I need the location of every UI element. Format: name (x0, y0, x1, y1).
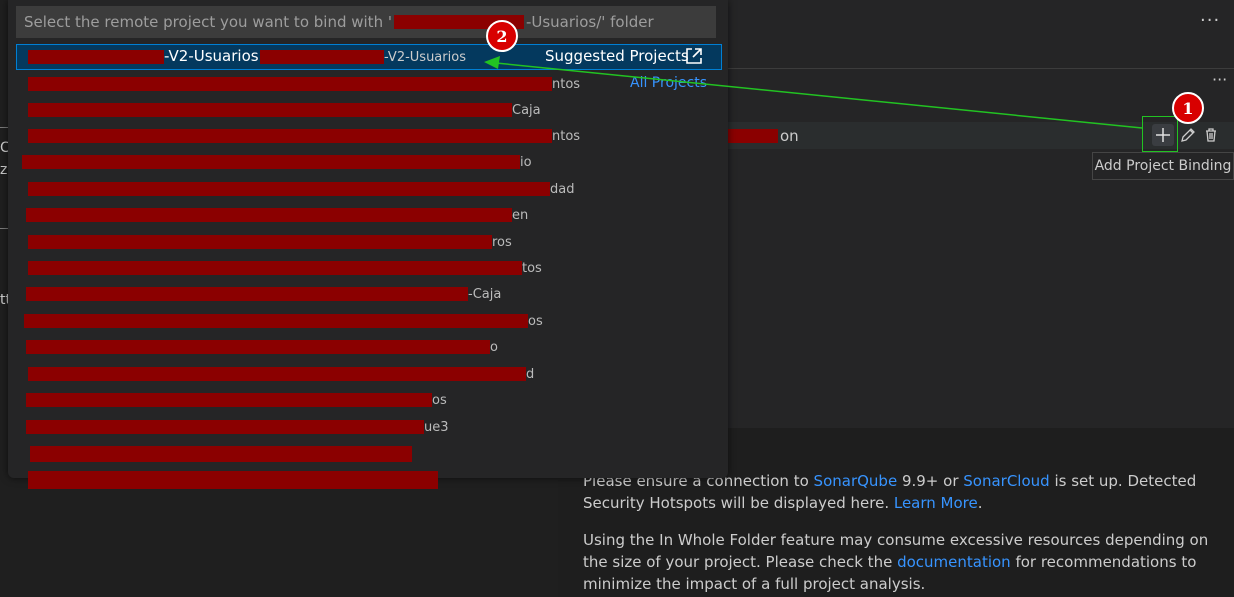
redacted-text (22, 155, 520, 169)
redacted-text (26, 340, 490, 354)
binding-label: on (780, 127, 799, 145)
list-item-label[interactable]: io (520, 155, 532, 170)
list-item-label[interactable]: Caja (512, 103, 541, 118)
list-item-label[interactable]: tos (522, 261, 542, 276)
ellipsis-icon[interactable]: ··· (1212, 70, 1227, 89)
list-item-label[interactable]: ntos (552, 129, 580, 144)
text: . (977, 494, 983, 512)
pencil-icon[interactable] (1177, 124, 1199, 146)
whole-folder-message: Using the In Whole Folder feature may co… (583, 529, 1213, 595)
list-item-label[interactable]: ntos (552, 77, 580, 92)
list-item-label[interactable]: en (512, 208, 528, 223)
placeholder-suffix: -Usuarios/' folder (525, 13, 654, 31)
list-item-label[interactable]: d (526, 367, 534, 382)
redacted-text (28, 77, 552, 91)
list-item-label[interactable]: ue3 (424, 420, 449, 435)
list-item-label[interactable]: ros (492, 235, 512, 250)
sonarqube-link[interactable]: SonarQube (814, 472, 898, 490)
all-projects-label: All Projects (630, 75, 707, 91)
quick-pick-input[interactable]: Select the remote project you want to bi… (16, 6, 716, 38)
group-label: Suggested Projects (545, 47, 689, 65)
redacted-text (28, 50, 164, 64)
redacted-text (28, 471, 438, 489)
item-description: -V2-Usuarios (384, 50, 466, 65)
redacted-text (26, 287, 468, 301)
ellipsis-icon[interactable]: ··· (1200, 10, 1220, 31)
link-external-icon[interactable] (685, 47, 703, 65)
redacted-text (26, 393, 432, 407)
redacted-text (28, 235, 492, 249)
item-label: -V2-Usuarios (164, 47, 259, 65)
plus-icon[interactable] (1152, 124, 1174, 146)
step-badge-2: 2 (486, 20, 518, 52)
redacted-text (28, 182, 550, 196)
step-badge-1: 1 (1172, 92, 1204, 124)
sonarcloud-link[interactable]: SonarCloud (963, 472, 1049, 490)
list-item-label[interactable]: o (490, 340, 498, 355)
redacted-text (260, 50, 384, 64)
list-item-label[interactable]: dad (550, 182, 574, 197)
redacted-text (28, 261, 522, 275)
redacted-text (726, 129, 778, 143)
tooltip: Add Project Binding (1092, 152, 1234, 180)
list-item-label[interactable]: os (432, 393, 447, 408)
documentation-link[interactable]: documentation (897, 553, 1011, 571)
redacted-text (26, 208, 512, 222)
redacted-text (28, 103, 512, 117)
text: 9.9+ or (897, 472, 964, 490)
redacted-text (28, 367, 526, 381)
list-item-label[interactable]: os (528, 314, 543, 329)
redacted-text (26, 420, 424, 434)
placeholder-prefix: Select the remote project you want to bi… (24, 13, 392, 31)
redacted-text (24, 314, 528, 328)
trash-icon[interactable] (1200, 124, 1222, 146)
learn-more-link[interactable]: Learn More (894, 494, 978, 512)
redacted-text (28, 129, 552, 143)
redacted-text (30, 446, 412, 462)
list-item-label[interactable]: -Caja (468, 287, 501, 302)
